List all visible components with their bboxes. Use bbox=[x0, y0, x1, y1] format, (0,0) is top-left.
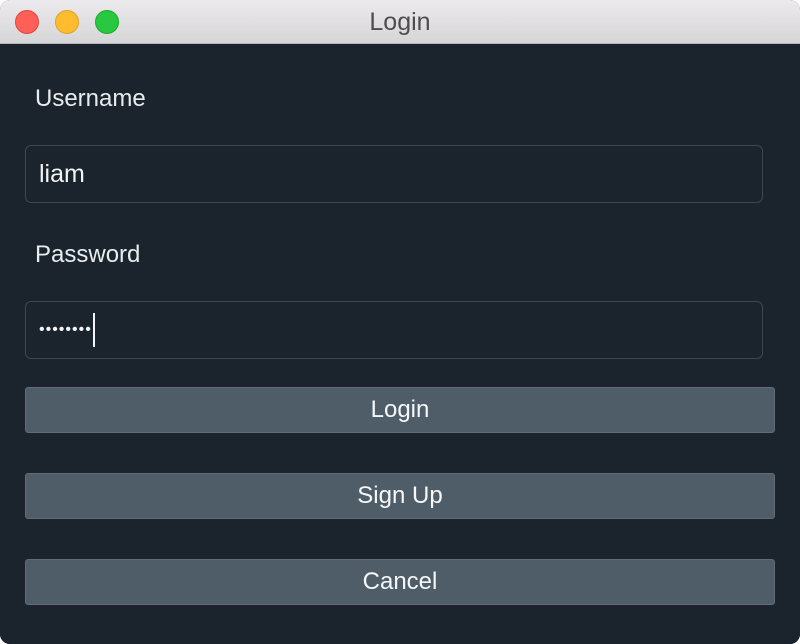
title-bar: Login bbox=[0, 0, 800, 44]
username-field[interactable]: liam bbox=[25, 145, 763, 203]
login-form: Username liam Password •••••••• Login Si… bbox=[0, 44, 800, 644]
cancel-button[interactable]: Cancel bbox=[25, 559, 775, 605]
login-button[interactable]: Login bbox=[25, 387, 775, 433]
password-label: Password bbox=[35, 241, 141, 268]
username-label: Username bbox=[35, 85, 146, 112]
password-field[interactable]: •••••••• bbox=[25, 301, 763, 359]
username-value: liam bbox=[39, 159, 85, 188]
password-masked-value: •••••••• bbox=[39, 321, 92, 338]
text-caret bbox=[92, 313, 95, 347]
sign-up-button[interactable]: Sign Up bbox=[25, 473, 775, 519]
login-window: Login Username liam Password •••••••• Lo… bbox=[0, 0, 800, 644]
window-title: Login bbox=[369, 8, 431, 36]
